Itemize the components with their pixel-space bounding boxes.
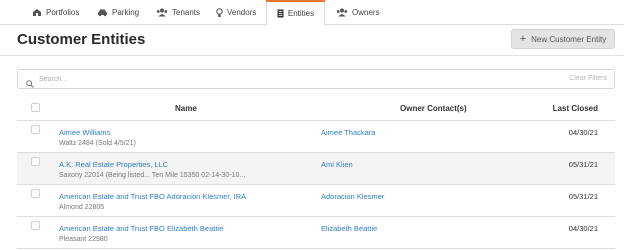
tab-label: Parking xyxy=(112,8,140,17)
header-divider xyxy=(0,55,624,56)
car-icon xyxy=(97,8,108,17)
row-checkbox[interactable] xyxy=(31,125,40,134)
owner-contact-link[interactable]: Aimee Thackara xyxy=(321,128,375,137)
new-customer-entity-button[interactable]: + New Customer Entity xyxy=(511,29,615,49)
table-row[interactable]: American Estate and Trust FBO Adoracion … xyxy=(17,185,615,217)
row-checkbox[interactable] xyxy=(31,189,40,198)
last-closed-date: 05/31/21 xyxy=(568,160,598,169)
entity-name-link[interactable]: American Estate and Trust FBO Elizabeth … xyxy=(59,224,223,233)
search-input[interactable] xyxy=(39,72,519,86)
table-row[interactable]: American Estate and Trust FBO Elizabeth … xyxy=(17,217,615,249)
top-nav-tabs: Portfolios Parking Tenants Vendors Entit… xyxy=(0,0,624,26)
last-closed-date: 05/31/21 xyxy=(568,192,598,201)
column-header-name[interactable]: Name xyxy=(175,104,197,113)
tab-label: Vendors xyxy=(227,8,257,17)
plus-icon: + xyxy=(519,33,527,45)
column-header-last-closed[interactable]: Last Closed xyxy=(553,104,598,113)
table-header: Name Owner Contact(s) Last Closed xyxy=(17,97,615,121)
building-icon xyxy=(32,8,42,17)
table-row[interactable]: A.K. Real Estate Properties, LLC Saxony … xyxy=(17,153,615,185)
row-checkbox[interactable] xyxy=(31,157,40,166)
select-all-checkbox[interactable] xyxy=(31,103,40,112)
entity-detail: Waltz 2484 (Sold 4/5/21) xyxy=(59,140,136,147)
tab-label: Owners xyxy=(352,8,380,17)
entity-detail: Pleasant 22980 xyxy=(59,236,108,243)
search-bar: Clear Filters xyxy=(17,69,615,89)
last-closed-date: 04/30/21 xyxy=(568,224,598,233)
document-icon xyxy=(277,9,284,18)
entities-table: Name Owner Contact(s) Last Closed Aimee … xyxy=(17,97,615,249)
active-tab-indicator xyxy=(266,0,325,2)
owner-contact-link[interactable]: Elizabeth Beattie xyxy=(321,224,377,233)
table-row[interactable]: Aimee Williams Waltz 2484 (Sold 4/5/21) … xyxy=(17,121,615,153)
entity-name-link[interactable]: American Estate and Trust FBO Adoracion … xyxy=(59,192,246,201)
tab-label: Entities xyxy=(287,8,315,18)
search-icon xyxy=(26,75,34,93)
owner-contact-link[interactable]: Adoracion Klesmer xyxy=(321,192,384,201)
tab-label: Tenants xyxy=(172,8,201,17)
entity-name-link[interactable]: Aimee Williams xyxy=(59,128,110,137)
new-button-label: New Customer Entity xyxy=(531,34,607,44)
tab-label: Portfolios xyxy=(46,8,80,17)
tab-portfolios[interactable]: Portfolios xyxy=(32,0,79,25)
tab-vendors[interactable]: Vendors xyxy=(216,0,256,25)
owner-contact-link[interactable]: Ami Klien xyxy=(321,160,353,169)
row-checkbox[interactable] xyxy=(31,221,40,230)
tab-tenants[interactable]: Tenants xyxy=(156,0,200,25)
users-icon xyxy=(336,8,348,17)
entity-detail: Saxony 22014 (Being listed... Ten Mile 1… xyxy=(59,172,246,179)
tab-entities[interactable]: Entities xyxy=(266,0,325,26)
entity-detail: Almond 22805 xyxy=(59,204,105,211)
tab-parking[interactable]: Parking xyxy=(97,0,139,25)
users-icon xyxy=(156,8,168,17)
entity-name-link[interactable]: A.K. Real Estate Properties, LLC xyxy=(59,160,168,169)
clear-filters-link[interactable]: Clear Filters xyxy=(569,75,607,82)
page-title: Customer Entities xyxy=(17,31,146,48)
column-header-owner-contacts[interactable]: Owner Contact(s) xyxy=(400,104,467,113)
lightbulb-icon xyxy=(216,7,223,18)
last-closed-date: 04/30/21 xyxy=(568,128,598,137)
tab-owners[interactable]: Owners xyxy=(336,0,380,25)
